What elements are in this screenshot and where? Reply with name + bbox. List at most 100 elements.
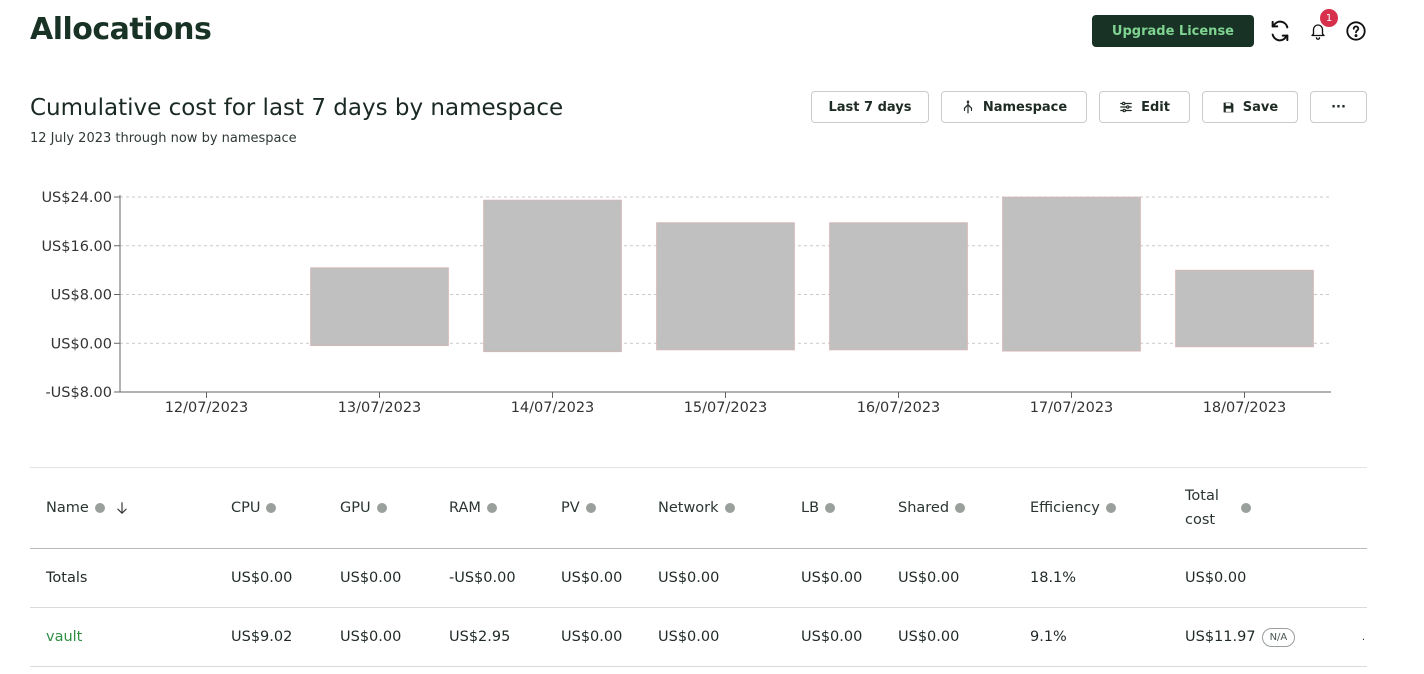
cost-bar-chart: US$24.00 US$16.00 US$8.00 US$0.00 -US$8.00 12…: [41, 190, 1331, 416]
totals-cell: US$0.00: [801, 570, 863, 586]
column-header-shared[interactable]: Shared: [898, 468, 966, 548]
table-cell: US$0.00: [340, 608, 401, 666]
table-cell: US$0.00: [898, 608, 959, 666]
bar: [310, 267, 449, 346]
date-range-button[interactable]: Last 7 days: [811, 91, 929, 123]
x-tick-label: 12/07/2023: [165, 400, 249, 416]
row-menu-handle[interactable]: ·: [1362, 635, 1365, 646]
y-tick-label: US$0.00: [51, 336, 112, 352]
info-icon[interactable]: [825, 503, 836, 513]
info-icon[interactable]: [724, 503, 735, 513]
bar: [656, 222, 795, 351]
column-header-label: RAM: [449, 500, 481, 516]
column-header-name[interactable]: Name: [46, 468, 129, 548]
column-header-label: PV: [561, 500, 580, 516]
bar: [1002, 196, 1141, 352]
bar: [1175, 269, 1314, 348]
date-range-label: Last 7 days: [828, 99, 912, 115]
info-icon[interactable]: [266, 503, 277, 513]
header-actions: Upgrade License 1: [1091, 9, 1368, 47]
cell-value: US$0.00: [658, 629, 720, 645]
table-cell: US$11.97 N/A: [1185, 608, 1296, 666]
column-header-lb[interactable]: LB: [801, 468, 836, 548]
column-header-total-cost[interactable]: Total cost: [1185, 468, 1251, 548]
table-rows: vault US$9.02 US$0.00 US$2.95 US$0.00 US$0.00…: [30, 608, 1367, 667]
sort-arrow-down-icon[interactable]: [115, 501, 129, 515]
bar: [829, 222, 968, 351]
x-tick-label: 18/07/2023: [1203, 400, 1287, 416]
totals-cell: US$0.00: [898, 570, 960, 586]
refresh-icon: [1271, 20, 1289, 42]
info-icon[interactable]: [486, 503, 497, 513]
y-tick-label: US$8.00: [51, 288, 112, 304]
column-header-label: Network: [658, 500, 719, 516]
cell-value: US$0.00: [801, 629, 863, 645]
info-icon[interactable]: [376, 503, 387, 513]
column-header-ram[interactable]: RAM: [449, 468, 497, 548]
floppy-disk-icon: [1223, 102, 1234, 112]
more-options-button[interactable]: ···: [1310, 91, 1367, 123]
info-icon[interactable]: [955, 503, 966, 513]
notifications-button[interactable]: 1: [1306, 9, 1338, 43]
table-cell: US$9.02: [231, 608, 292, 666]
notification-count-badge: 1: [1320, 9, 1338, 27]
table-cell: US$0.00: [801, 608, 862, 666]
table-cell: US$2.95: [449, 608, 510, 666]
na-badge: N/A: [1261, 627, 1296, 647]
help-button[interactable]: [1344, 19, 1368, 43]
help-icon: [1346, 21, 1366, 41]
save-label: Save: [1242, 99, 1279, 115]
totals-cell: US$0.00: [561, 570, 623, 586]
column-header-cpu[interactable]: CPU: [231, 468, 277, 548]
table-header-row: Name CPU GPU RAM PV Network LB Shared Efficiency…: [30, 467, 1367, 549]
x-tick-label: 14/07/2023: [511, 400, 595, 416]
column-header-label: Total cost: [1185, 488, 1219, 528]
bar: [483, 199, 622, 353]
cell-value: US$9.02: [231, 629, 293, 645]
info-icon[interactable]: [1105, 503, 1116, 513]
cell-value: US$2.95: [449, 629, 511, 645]
save-button[interactable]: Save: [1202, 91, 1298, 123]
column-header-gpu[interactable]: GPU: [340, 468, 387, 548]
column-header-label: CPU: [231, 500, 261, 516]
info-icon[interactable]: [585, 503, 596, 513]
table-row[interactable]: vault US$9.02 US$0.00 US$2.95 US$0.00 US$0.00…: [30, 608, 1367, 667]
allocations-table: Name CPU GPU RAM PV Network LB Shared Efficiency…: [30, 467, 1367, 667]
totals-cell: US$0.00: [658, 570, 720, 586]
refresh-button[interactable]: [1268, 19, 1292, 43]
totals-cell: US$0.00: [1185, 570, 1247, 586]
totals-cell: US$0.00: [231, 570, 293, 586]
column-header-network[interactable]: Network: [658, 468, 735, 548]
totals-label: Totals: [46, 570, 88, 586]
page-title: Allocations: [30, 12, 212, 47]
upgrade-license-button[interactable]: Upgrade License: [1091, 15, 1254, 47]
x-tick-label: 17/07/2023: [1030, 400, 1114, 416]
sliders-icon: [1120, 101, 1132, 113]
info-icon[interactable]: [1241, 503, 1251, 513]
cell-value: US$0.00: [340, 629, 402, 645]
edit-button[interactable]: Edit: [1099, 91, 1190, 123]
table-cell: US$0.00: [658, 608, 719, 666]
cell-value: US$0.00: [898, 629, 960, 645]
report-subtitle: 12 July 2023 through now by namespace: [30, 131, 297, 146]
cell-value: 9.1%: [1030, 629, 1067, 645]
column-header-pv[interactable]: PV: [561, 468, 596, 548]
info-icon[interactable]: [94, 503, 105, 513]
table-cell: US$0.00: [561, 608, 622, 666]
cell-value: US$0.00: [561, 629, 623, 645]
report-title: Cumulative cost for last 7 days by names…: [30, 95, 564, 121]
column-header-label: Name: [46, 500, 89, 516]
y-tick-label: US$16.00: [41, 239, 112, 255]
column-header-label: GPU: [340, 500, 371, 516]
namespace-name: vault: [46, 629, 83, 645]
x-tick-label: 16/07/2023: [857, 400, 941, 416]
aggregate-by-button[interactable]: Namespace: [941, 91, 1087, 123]
report-toolbar: Last 7 days Namespace Edit Save ···: [811, 91, 1367, 123]
totals-cell: 18.1%: [1030, 570, 1077, 586]
edit-label: Edit: [1141, 99, 1170, 115]
totals-cell: US$0.00: [340, 570, 402, 586]
more-options-icon: ···: [1331, 99, 1346, 115]
y-tick-label: US$24.00: [41, 190, 112, 206]
column-header-efficiency[interactable]: Efficiency: [1030, 468, 1116, 548]
namespace-link[interactable]: vault: [46, 608, 82, 666]
